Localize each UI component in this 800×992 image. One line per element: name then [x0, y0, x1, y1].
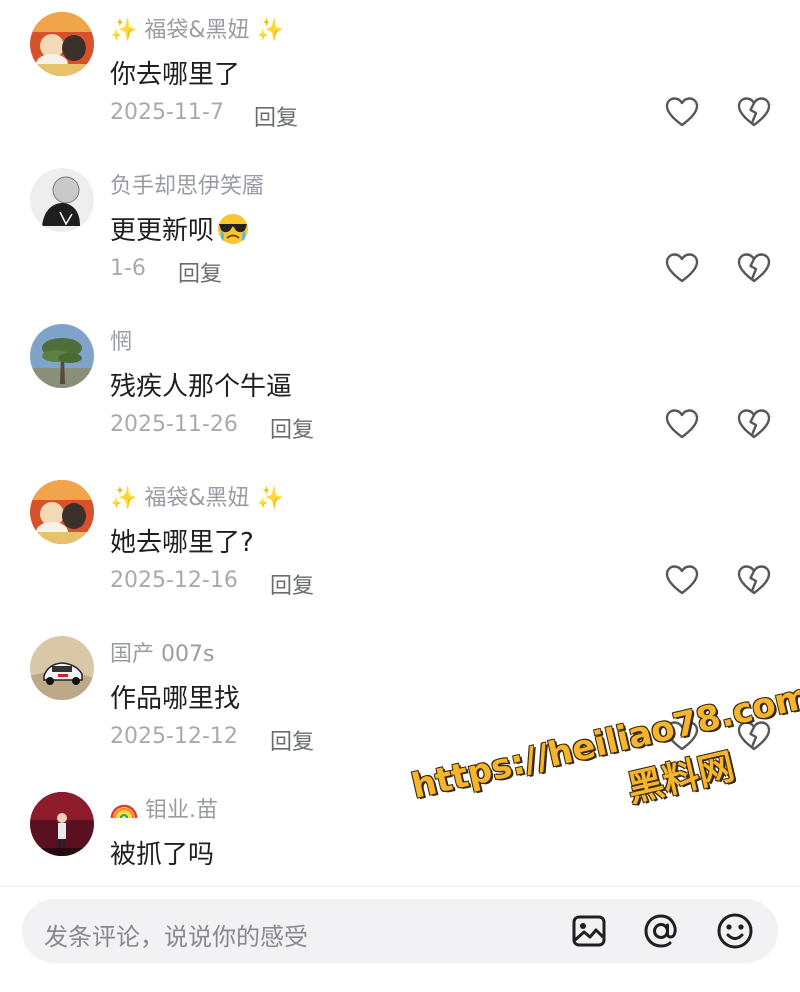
- avatar[interactable]: [30, 480, 94, 544]
- comment-text: 更更新呗: [110, 210, 250, 252]
- username[interactable]: 负手却思伊笑靥: [110, 168, 264, 200]
- comment-text: 她去哪里了?: [110, 528, 254, 558]
- broken-heart-icon[interactable]: [737, 96, 771, 128]
- avatar[interactable]: [30, 792, 94, 856]
- mention-icon[interactable]: [642, 912, 680, 950]
- reply-button[interactable]: 回复: [270, 724, 314, 756]
- username[interactable]: ✨ 福袋&黑妞 ✨: [110, 480, 284, 512]
- avatar[interactable]: [30, 168, 94, 232]
- broken-heart-icon[interactable]: [737, 252, 771, 284]
- broken-heart-icon[interactable]: [737, 564, 771, 596]
- comment-text: 作品哪里找: [110, 684, 241, 714]
- comment-composer-bar: 发条评论，说说你的感受: [0, 886, 800, 992]
- sparkles-icon: ✨: [256, 18, 284, 43]
- comment-input-placeholder: 发条评论，说说你的感受: [44, 923, 308, 951]
- avatar[interactable]: [30, 12, 94, 76]
- comment-text: 残疾人那个牛逼: [110, 372, 293, 402]
- sunglasses-crying-face-icon: [216, 213, 250, 252]
- emoji-icon[interactable]: [716, 912, 754, 950]
- reply-button[interactable]: 回复: [270, 412, 314, 444]
- avatar[interactable]: [30, 324, 94, 388]
- image-icon[interactable]: [570, 912, 608, 950]
- comment-date: 2025-11-26: [110, 412, 238, 437]
- username[interactable]: 惘: [110, 324, 132, 356]
- username[interactable]: 国产 007s: [110, 636, 214, 668]
- username[interactable]: ✨ 福袋&黑妞 ✨: [110, 12, 284, 44]
- username[interactable]: 钼业.苗: [110, 792, 218, 826]
- comment-item: 负手却思伊笑靥 更更新呗 1-6 回复: [0, 156, 800, 312]
- broken-heart-icon[interactable]: [737, 408, 771, 440]
- rainbow-icon: [110, 798, 138, 826]
- heart-icon[interactable]: [665, 96, 699, 128]
- comment-date: 2025-12-12: [110, 724, 238, 749]
- avatar[interactable]: [30, 636, 94, 700]
- comment-date: 2025-12-16: [110, 568, 238, 593]
- comment-input[interactable]: 发条评论，说说你的感受: [22, 899, 778, 963]
- heart-icon[interactable]: [665, 252, 699, 284]
- comment-date: 2025-11-7: [110, 100, 224, 125]
- comment-date: 1-6: [110, 256, 146, 281]
- reply-button[interactable]: 回复: [178, 256, 222, 288]
- reply-button[interactable]: 回复: [270, 568, 314, 600]
- comment-item: ✨ 福袋&黑妞 ✨ 她去哪里了? 2025-12-16 回复: [0, 468, 800, 624]
- sparkles-icon: ✨: [256, 486, 284, 511]
- comment-item: 惘 残疾人那个牛逼 2025-11-26 回复: [0, 312, 800, 468]
- heart-icon[interactable]: [665, 564, 699, 596]
- comment-text: 你去哪里了: [110, 60, 241, 90]
- comment-text: 被抓了吗: [110, 840, 215, 870]
- reply-button[interactable]: 回复: [254, 100, 298, 132]
- comment-item: ✨ 福袋&黑妞 ✨ 你去哪里了 2025-11-7 回复: [0, 0, 800, 156]
- sparkles-icon: ✨: [110, 18, 138, 43]
- heart-icon[interactable]: [665, 408, 699, 440]
- sparkles-icon: ✨: [110, 486, 138, 511]
